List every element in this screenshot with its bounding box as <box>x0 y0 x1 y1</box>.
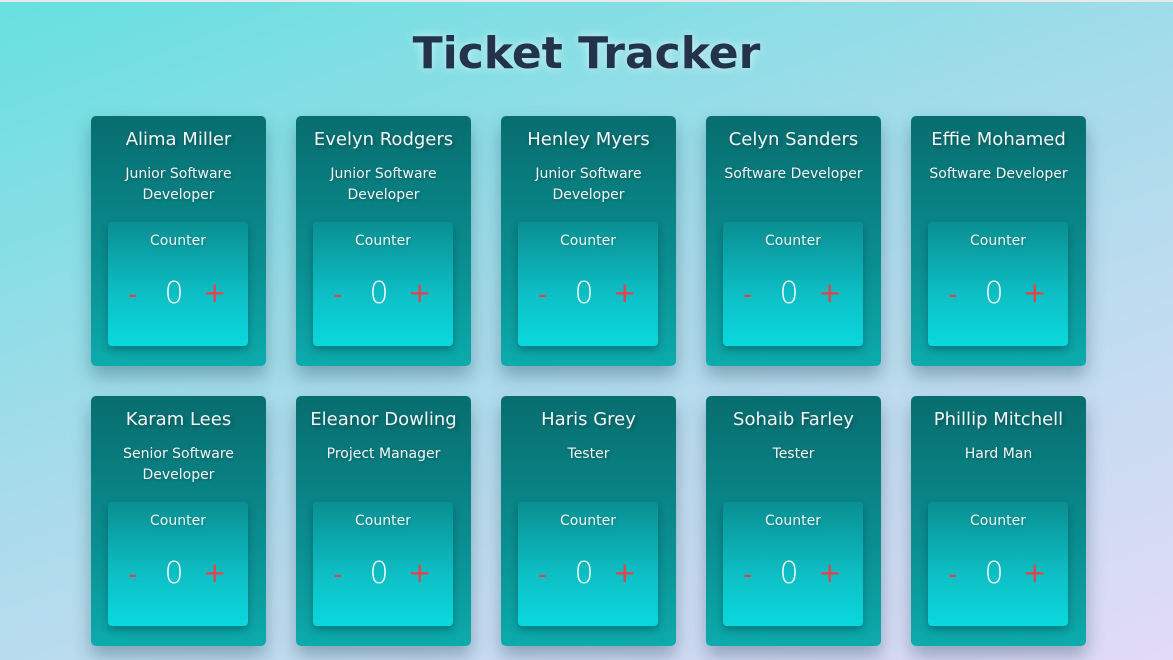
ticket-counter: Counter - 0 + <box>928 502 1068 626</box>
counter-controls: - 0 + <box>723 274 863 314</box>
counter-label: Counter <box>355 513 411 529</box>
counter-value: 0 <box>984 556 1004 591</box>
counter-value: 0 <box>369 556 389 591</box>
decrement-button[interactable]: - <box>948 280 957 310</box>
person-name: Haris Grey <box>541 409 636 430</box>
increment-button[interactable]: + <box>1023 276 1046 309</box>
person-card: Alima Miller Junior Software Developer C… <box>91 116 266 366</box>
decrement-button[interactable]: - <box>743 280 752 310</box>
counter-controls: - 0 + <box>313 554 453 594</box>
ticket-counter: Counter - 0 + <box>518 502 658 626</box>
person-name: Celyn Sanders <box>728 129 859 150</box>
decrement-button[interactable]: - <box>128 560 137 590</box>
ticket-counter: Counter - 0 + <box>313 222 453 346</box>
counter-value: 0 <box>574 276 594 311</box>
person-role: Junior Software Developer <box>535 166 642 203</box>
increment-button[interactable]: + <box>613 276 636 309</box>
increment-button[interactable]: + <box>203 556 226 589</box>
decrement-button[interactable]: - <box>333 560 342 590</box>
person-role: Tester <box>772 446 815 462</box>
increment-button[interactable]: + <box>818 276 841 309</box>
counter-value: 0 <box>574 556 594 591</box>
person-role: Tester <box>567 446 610 462</box>
person-card: Sohaib Farley Tester Counter - 0 + <box>706 396 881 646</box>
window-top-border <box>0 0 1173 2</box>
decrement-button[interactable]: - <box>743 560 752 590</box>
decrement-button[interactable]: - <box>948 560 957 590</box>
person-card: Phillip Mitchell Hard Man Counter - 0 + <box>911 396 1086 646</box>
counter-controls: - 0 + <box>108 554 248 594</box>
person-card: Haris Grey Tester Counter - 0 + <box>501 396 676 646</box>
counter-controls: - 0 + <box>723 554 863 594</box>
increment-button[interactable]: + <box>203 276 226 309</box>
person-name: Karam Lees <box>125 409 232 430</box>
person-name: Henley Myers <box>527 129 650 150</box>
counter-label: Counter <box>970 233 1026 249</box>
ticket-counter: Counter - 0 + <box>723 222 863 346</box>
person-card: Eleanor Dowling Project Manager Counter … <box>296 396 471 646</box>
person-name: Evelyn Rodgers <box>313 129 454 150</box>
counter-value: 0 <box>779 556 799 591</box>
person-role: Junior Software Developer <box>125 166 232 203</box>
counter-controls: - 0 + <box>518 554 658 594</box>
person-card: Effie Mohamed Software Developer Counter… <box>911 116 1086 366</box>
counter-label: Counter <box>150 513 206 529</box>
decrement-button[interactable]: - <box>538 280 547 310</box>
counter-label: Counter <box>150 233 206 249</box>
person-role: Hard Man <box>964 446 1033 462</box>
people-grid: Alima Miller Junior Software Developer C… <box>91 116 1086 646</box>
decrement-button[interactable]: - <box>128 280 137 310</box>
decrement-button[interactable]: - <box>333 280 342 310</box>
counter-value: 0 <box>164 276 184 311</box>
ticket-counter: Counter - 0 + <box>313 502 453 626</box>
counter-label: Counter <box>560 513 616 529</box>
increment-button[interactable]: + <box>408 276 431 309</box>
counter-value: 0 <box>164 556 184 591</box>
person-name: Effie Mohamed <box>931 129 1066 150</box>
person-card: Henley Myers Junior Software Developer C… <box>501 116 676 366</box>
ticket-counter: Counter - 0 + <box>108 222 248 346</box>
counter-label: Counter <box>355 233 411 249</box>
person-name: Sohaib Farley <box>733 409 854 430</box>
decrement-button[interactable]: - <box>538 560 547 590</box>
ticket-counter: Counter - 0 + <box>518 222 658 346</box>
counter-label: Counter <box>765 513 821 529</box>
increment-button[interactable]: + <box>408 556 431 589</box>
counter-label: Counter <box>765 233 821 249</box>
counter-controls: - 0 + <box>928 274 1068 314</box>
person-name: Eleanor Dowling <box>310 409 457 430</box>
counter-label: Counter <box>970 513 1026 529</box>
counter-value: 0 <box>984 276 1004 311</box>
person-role: Software Developer <box>724 166 863 182</box>
person-role: Project Manager <box>326 446 441 462</box>
person-name: Phillip Mitchell <box>933 409 1064 430</box>
increment-button[interactable]: + <box>818 556 841 589</box>
person-role: Junior Software Developer <box>330 166 437 203</box>
person-card: Evelyn Rodgers Junior Software Developer… <box>296 116 471 366</box>
counter-controls: - 0 + <box>928 554 1068 594</box>
counter-label: Counter <box>560 233 616 249</box>
ticket-counter: Counter - 0 + <box>108 502 248 626</box>
page-title: Ticket Tracker <box>412 28 761 79</box>
counter-controls: - 0 + <box>108 274 248 314</box>
counter-value: 0 <box>779 276 799 311</box>
increment-button[interactable]: + <box>613 556 636 589</box>
counter-controls: - 0 + <box>518 274 658 314</box>
person-role: Software Developer <box>929 166 1068 182</box>
person-card: Celyn Sanders Software Developer Counter… <box>706 116 881 366</box>
person-role: Senior Software Developer <box>123 446 234 483</box>
counter-controls: - 0 + <box>313 274 453 314</box>
ticket-counter: Counter - 0 + <box>928 222 1068 346</box>
increment-button[interactable]: + <box>1023 556 1046 589</box>
person-name: Alima Miller <box>125 129 232 150</box>
ticket-counter: Counter - 0 + <box>723 502 863 626</box>
counter-value: 0 <box>369 276 389 311</box>
person-card: Karam Lees Senior Software Developer Cou… <box>91 396 266 646</box>
